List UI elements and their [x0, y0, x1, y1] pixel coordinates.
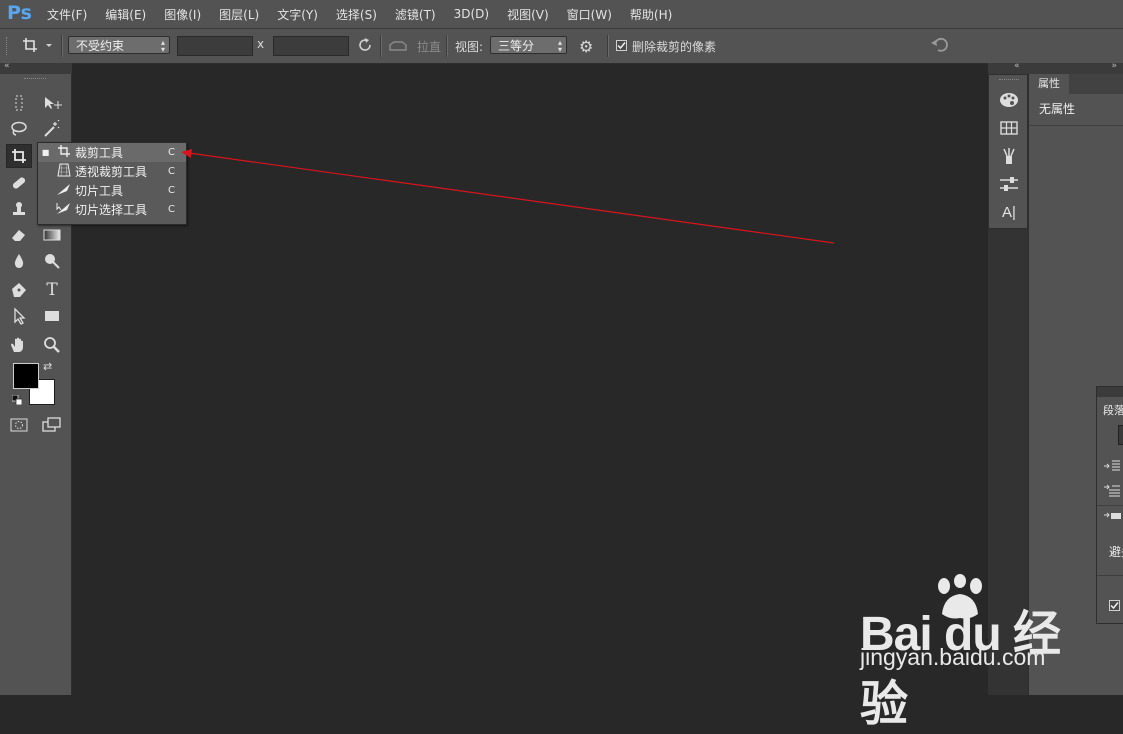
indent-left-icon[interactable] — [1103, 459, 1121, 476]
hyphenate-checkbox[interactable] — [1109, 600, 1120, 611]
properties-header[interactable]: » — [1028, 61, 1123, 74]
watermark-url: jingyan.baidu.com — [860, 644, 1046, 670]
color-palette-icon[interactable] — [989, 86, 1029, 114]
dock-header[interactable]: « — [988, 61, 1028, 74]
check-icon — [1110, 602, 1119, 610]
properties-tab-bar: 属性 — [1029, 74, 1123, 94]
indent-first-line-icon[interactable] — [1103, 484, 1121, 501]
collapse-icon[interactable]: « — [1014, 61, 1020, 71]
divider — [1029, 125, 1123, 126]
hyphenate-label: 避头 — [1109, 545, 1123, 559]
character-panel-icon[interactable]: A| — [989, 198, 1029, 226]
properties-empty-label: 无属性 — [1039, 102, 1076, 116]
brush-presets-icon[interactable] — [989, 142, 1029, 170]
swatches-grid-icon[interactable] — [989, 114, 1029, 142]
space-before-icon[interactable] — [1103, 511, 1121, 528]
paragraph-panel: 段落 避头 — [1096, 386, 1123, 624]
icon-dock: A| — [988, 74, 1028, 229]
tab-paragraph[interactable]: 段落 — [1103, 402, 1123, 418]
tab-properties[interactable]: 属性 — [1029, 74, 1069, 94]
dock-grip[interactable] — [999, 79, 1019, 83]
baidu-watermark: Bai du 经验 jingyan.baidu.com — [860, 572, 1070, 731]
collapse-icon[interactable]: » — [1111, 61, 1117, 71]
paragraph-panel-header[interactable] — [1097, 387, 1123, 397]
adjustments-sliders-icon[interactable] — [989, 170, 1029, 198]
align-button[interactable] — [1118, 425, 1123, 445]
